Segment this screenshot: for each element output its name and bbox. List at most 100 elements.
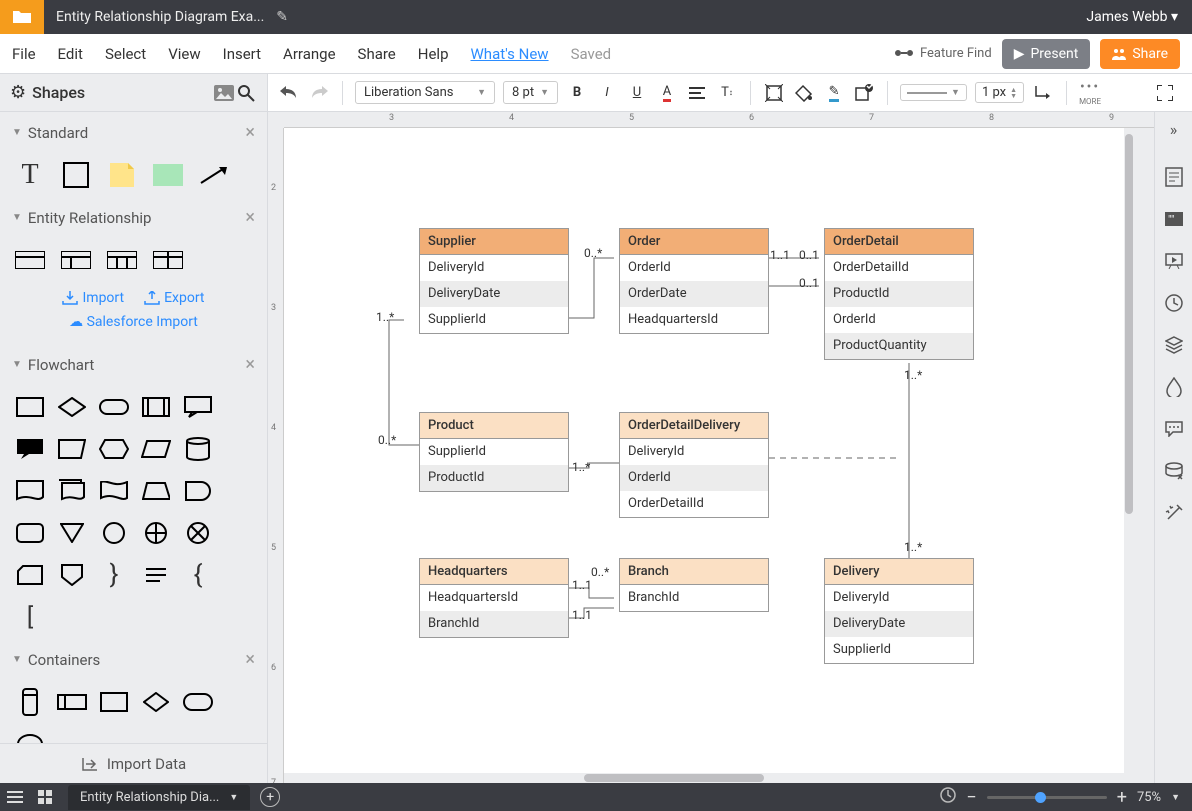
menu-select[interactable]: Select	[105, 45, 146, 63]
shape-rect[interactable]	[60, 159, 92, 191]
menu-edit[interactable]: Edit	[58, 45, 83, 63]
fc-card[interactable]	[14, 559, 46, 591]
fc-docs[interactable]	[56, 475, 88, 507]
salesforce-import-link[interactable]: ☁ Salesforce Import	[0, 314, 267, 344]
import-link[interactable]: Import	[62, 290, 124, 306]
undo-icon[interactable]	[278, 82, 300, 104]
shape-block[interactable]	[152, 159, 184, 191]
menu-insert[interactable]: Insert	[223, 45, 261, 63]
entity-orderdetaildelivery[interactable]: OrderDetailDelivery DeliveryId OrderId O…	[619, 412, 769, 518]
close-icon[interactable]: ×	[245, 354, 255, 375]
cont-4[interactable]	[140, 686, 172, 718]
image-icon[interactable]	[213, 82, 235, 104]
text-color-icon[interactable]: A	[656, 82, 678, 104]
present-icon[interactable]	[1163, 250, 1185, 272]
vertical-scrollbar[interactable]	[1124, 128, 1134, 773]
shape-note[interactable]	[106, 159, 138, 191]
fc-shield[interactable]	[56, 559, 88, 591]
entity-product[interactable]: Product SupplierId ProductId	[419, 412, 569, 492]
zoom-out[interactable]: −	[966, 787, 976, 808]
fc-callout2[interactable]	[14, 433, 46, 465]
er-shape-3[interactable]	[106, 244, 138, 276]
cont-3[interactable]	[98, 686, 130, 718]
align-icon[interactable]	[686, 82, 708, 104]
panel-er[interactable]: ▼Entity Relationship×	[0, 197, 267, 238]
er-shape-4[interactable]	[152, 244, 184, 276]
line-style-select[interactable]: ▼	[900, 84, 967, 101]
panel-containers[interactable]: ▼Containers×	[0, 639, 267, 680]
fc-cross-circle[interactable]	[140, 517, 172, 549]
line-width-select[interactable]: 1 px▲▼	[975, 82, 1024, 103]
fc-triangle[interactable]	[56, 517, 88, 549]
close-icon[interactable]: ×	[245, 122, 255, 143]
cont-2[interactable]	[56, 686, 88, 718]
menu-whats-new[interactable]: What's New	[471, 45, 549, 63]
entity-order[interactable]: Order OrderId OrderDate HeadquartersId	[619, 228, 769, 334]
fc-doc[interactable]	[14, 475, 46, 507]
er-shape-2[interactable]	[60, 244, 92, 276]
menu-help[interactable]: Help	[418, 45, 449, 63]
page-tab[interactable]: Entity Relationship Dia...▼	[68, 785, 250, 810]
canvas[interactable]: 1..* 0..* 1..* 0..* 1..1 0..1 0..1 1..1 …	[284, 128, 1124, 773]
fc-roundrect[interactable]	[14, 517, 46, 549]
list-view-icon[interactable]	[0, 791, 30, 803]
more-button[interactable]: •••MORE	[1079, 79, 1101, 106]
fc-callout[interactable]	[182, 391, 214, 423]
underline-icon[interactable]: U	[626, 82, 648, 104]
shape-text[interactable]: T	[14, 159, 46, 191]
fc-hex[interactable]	[98, 433, 130, 465]
text-transform-icon[interactable]: T↕	[716, 82, 738, 104]
quote-icon[interactable]: ""	[1163, 208, 1185, 230]
history-icon[interactable]	[1163, 292, 1185, 314]
redo-icon[interactable]	[308, 82, 330, 104]
add-page-button[interactable]: +	[260, 787, 280, 807]
feature-find[interactable]: Feature Find	[894, 46, 992, 61]
fc-x-circle[interactable]	[182, 517, 214, 549]
export-link[interactable]: Export	[144, 290, 204, 306]
user-menu[interactable]: James Webb ▾	[1086, 9, 1192, 25]
shape-box-icon[interactable]	[763, 82, 785, 104]
fc-pill[interactable]	[98, 391, 130, 423]
fc-diamond[interactable]	[56, 391, 88, 423]
horizontal-scrollbar[interactable]	[284, 773, 1124, 783]
fc-bracket[interactable]: [	[14, 601, 46, 633]
fill-icon[interactable]	[793, 82, 815, 104]
cont-1[interactable]	[14, 686, 46, 718]
fc-d[interactable]	[182, 475, 214, 507]
entity-orderdetail[interactable]: OrderDetail OrderDetailId ProductId Orde…	[824, 228, 974, 360]
fullscreen-icon[interactable]	[1154, 82, 1176, 104]
menu-file[interactable]: File	[12, 45, 36, 63]
comment-icon[interactable]	[1163, 418, 1185, 440]
zoom-dropdown[interactable]: ▼	[1171, 792, 1180, 803]
fc-brace-r[interactable]: }	[98, 559, 130, 591]
fc-flag[interactable]	[98, 475, 130, 507]
fc-rect[interactable]	[14, 391, 46, 423]
size-select[interactable]: 8 pt▼	[503, 81, 558, 104]
import-data-button[interactable]: Import Data	[0, 743, 267, 783]
font-select[interactable]: Liberation Sans▼	[355, 81, 495, 104]
line-path-icon[interactable]	[1032, 82, 1054, 104]
fc-circle[interactable]	[98, 517, 130, 549]
drop-icon[interactable]	[1163, 376, 1185, 398]
italic-icon[interactable]: I	[596, 82, 618, 104]
zoom-slider[interactable]	[987, 796, 1107, 799]
entity-headquarters[interactable]: Headquarters HeadquartersId BranchId	[419, 558, 569, 638]
fc-parallelogram[interactable]	[140, 433, 172, 465]
shape-options-icon[interactable]	[853, 82, 875, 104]
entity-delivery[interactable]: Delivery DeliveryId DeliveryDate Supplie…	[824, 558, 974, 664]
magic-icon[interactable]	[1163, 502, 1185, 524]
present-button[interactable]: ▶ Present	[1002, 39, 1091, 69]
er-shape-1[interactable]	[14, 244, 46, 276]
fc-trap[interactable]	[140, 475, 172, 507]
fc-brace-l[interactable]: {	[182, 559, 214, 591]
data-icon[interactable]	[1163, 460, 1185, 482]
collapse-icon[interactable]: »	[1163, 118, 1185, 140]
fc-cylinder[interactable]	[182, 433, 214, 465]
panel-standard[interactable]: ▼Standard×	[0, 112, 267, 153]
cont-5[interactable]	[182, 686, 214, 718]
menu-share[interactable]: Share	[358, 45, 396, 63]
sync-icon[interactable]	[940, 787, 956, 807]
close-icon[interactable]: ×	[245, 649, 255, 670]
doc-title[interactable]: Entity Relationship Diagram Exa...	[44, 9, 276, 25]
fc-manual[interactable]	[56, 433, 88, 465]
